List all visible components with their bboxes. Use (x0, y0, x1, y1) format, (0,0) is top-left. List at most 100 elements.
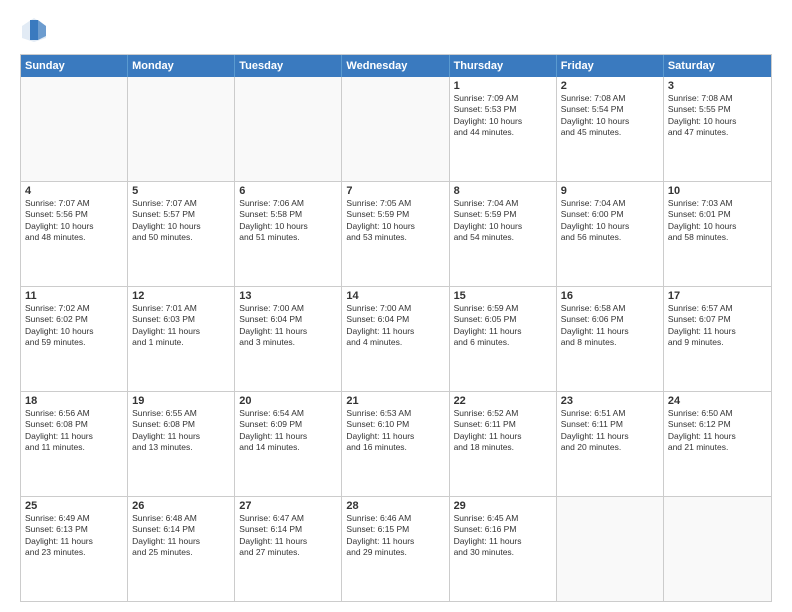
calendar-cell: 8Sunrise: 7:04 AMSunset: 5:59 PMDaylight… (450, 182, 557, 286)
calendar-cell: 9Sunrise: 7:04 AMSunset: 6:00 PMDaylight… (557, 182, 664, 286)
calendar-cell: 14Sunrise: 7:00 AMSunset: 6:04 PMDayligh… (342, 287, 449, 391)
calendar-cell: 7Sunrise: 7:05 AMSunset: 5:59 PMDaylight… (342, 182, 449, 286)
day-number: 11 (25, 290, 123, 302)
day-info: Sunrise: 7:09 AMSunset: 5:53 PMDaylight:… (454, 93, 552, 139)
day-number: 1 (454, 80, 552, 92)
calendar-cell: 18Sunrise: 6:56 AMSunset: 6:08 PMDayligh… (21, 392, 128, 496)
logo-icon (20, 16, 48, 44)
calendar-cell: 6Sunrise: 7:06 AMSunset: 5:58 PMDaylight… (235, 182, 342, 286)
day-info: Sunrise: 7:00 AMSunset: 6:04 PMDaylight:… (239, 303, 337, 349)
calendar-cell: 10Sunrise: 7:03 AMSunset: 6:01 PMDayligh… (664, 182, 771, 286)
day-info: Sunrise: 6:56 AMSunset: 6:08 PMDaylight:… (25, 408, 123, 454)
day-info: Sunrise: 6:57 AMSunset: 6:07 PMDaylight:… (668, 303, 767, 349)
calendar-header-cell: Saturday (664, 55, 771, 77)
day-number: 17 (668, 290, 767, 302)
day-info: Sunrise: 6:50 AMSunset: 6:12 PMDaylight:… (668, 408, 767, 454)
calendar-header-cell: Monday (128, 55, 235, 77)
day-number: 27 (239, 500, 337, 512)
calendar-cell: 4Sunrise: 7:07 AMSunset: 5:56 PMDaylight… (21, 182, 128, 286)
calendar-header-cell: Friday (557, 55, 664, 77)
day-number: 9 (561, 185, 659, 197)
calendar-cell (128, 77, 235, 181)
calendar-header-cell: Wednesday (342, 55, 449, 77)
calendar-week-row: 11Sunrise: 7:02 AMSunset: 6:02 PMDayligh… (21, 287, 771, 392)
day-number: 21 (346, 395, 444, 407)
day-info: Sunrise: 6:54 AMSunset: 6:09 PMDaylight:… (239, 408, 337, 454)
day-number: 18 (25, 395, 123, 407)
calendar-cell: 23Sunrise: 6:51 AMSunset: 6:11 PMDayligh… (557, 392, 664, 496)
day-info: Sunrise: 6:52 AMSunset: 6:11 PMDaylight:… (454, 408, 552, 454)
day-info: Sunrise: 6:53 AMSunset: 6:10 PMDaylight:… (346, 408, 444, 454)
day-info: Sunrise: 7:08 AMSunset: 5:55 PMDaylight:… (668, 93, 767, 139)
calendar: SundayMondayTuesdayWednesdayThursdayFrid… (20, 54, 772, 602)
day-number: 8 (454, 185, 552, 197)
calendar-week-row: 1Sunrise: 7:09 AMSunset: 5:53 PMDaylight… (21, 77, 771, 182)
day-number: 19 (132, 395, 230, 407)
calendar-header-cell: Tuesday (235, 55, 342, 77)
calendar-cell: 5Sunrise: 7:07 AMSunset: 5:57 PMDaylight… (128, 182, 235, 286)
day-number: 25 (25, 500, 123, 512)
day-number: 3 (668, 80, 767, 92)
page: SundayMondayTuesdayWednesdayThursdayFrid… (0, 0, 792, 612)
day-info: Sunrise: 6:45 AMSunset: 6:16 PMDaylight:… (454, 513, 552, 559)
calendar-cell: 22Sunrise: 6:52 AMSunset: 6:11 PMDayligh… (450, 392, 557, 496)
day-info: Sunrise: 7:06 AMSunset: 5:58 PMDaylight:… (239, 198, 337, 244)
calendar-header-cell: Thursday (450, 55, 557, 77)
calendar-cell: 21Sunrise: 6:53 AMSunset: 6:10 PMDayligh… (342, 392, 449, 496)
calendar-week-row: 25Sunrise: 6:49 AMSunset: 6:13 PMDayligh… (21, 497, 771, 601)
day-info: Sunrise: 7:04 AMSunset: 6:00 PMDaylight:… (561, 198, 659, 244)
calendar-cell: 1Sunrise: 7:09 AMSunset: 5:53 PMDaylight… (450, 77, 557, 181)
day-info: Sunrise: 7:03 AMSunset: 6:01 PMDaylight:… (668, 198, 767, 244)
day-info: Sunrise: 6:51 AMSunset: 6:11 PMDaylight:… (561, 408, 659, 454)
day-number: 7 (346, 185, 444, 197)
calendar-cell (235, 77, 342, 181)
day-number: 26 (132, 500, 230, 512)
calendar-cell (664, 497, 771, 601)
day-info: Sunrise: 6:55 AMSunset: 6:08 PMDaylight:… (132, 408, 230, 454)
calendar-cell (342, 77, 449, 181)
day-info: Sunrise: 7:05 AMSunset: 5:59 PMDaylight:… (346, 198, 444, 244)
calendar-cell (557, 497, 664, 601)
day-number: 10 (668, 185, 767, 197)
day-info: Sunrise: 7:00 AMSunset: 6:04 PMDaylight:… (346, 303, 444, 349)
day-info: Sunrise: 6:58 AMSunset: 6:06 PMDaylight:… (561, 303, 659, 349)
calendar-cell: 3Sunrise: 7:08 AMSunset: 5:55 PMDaylight… (664, 77, 771, 181)
day-info: Sunrise: 7:07 AMSunset: 5:57 PMDaylight:… (132, 198, 230, 244)
day-number: 14 (346, 290, 444, 302)
calendar-cell: 20Sunrise: 6:54 AMSunset: 6:09 PMDayligh… (235, 392, 342, 496)
day-number: 23 (561, 395, 659, 407)
day-number: 28 (346, 500, 444, 512)
day-info: Sunrise: 6:49 AMSunset: 6:13 PMDaylight:… (25, 513, 123, 559)
calendar-cell: 11Sunrise: 7:02 AMSunset: 6:02 PMDayligh… (21, 287, 128, 391)
calendar-cell: 24Sunrise: 6:50 AMSunset: 6:12 PMDayligh… (664, 392, 771, 496)
day-info: Sunrise: 6:48 AMSunset: 6:14 PMDaylight:… (132, 513, 230, 559)
calendar-cell: 26Sunrise: 6:48 AMSunset: 6:14 PMDayligh… (128, 497, 235, 601)
logo (20, 16, 52, 44)
calendar-cell: 28Sunrise: 6:46 AMSunset: 6:15 PMDayligh… (342, 497, 449, 601)
day-info: Sunrise: 7:01 AMSunset: 6:03 PMDaylight:… (132, 303, 230, 349)
calendar-cell (21, 77, 128, 181)
calendar-week-row: 18Sunrise: 6:56 AMSunset: 6:08 PMDayligh… (21, 392, 771, 497)
calendar-header: SundayMondayTuesdayWednesdayThursdayFrid… (21, 55, 771, 77)
header (20, 16, 772, 44)
day-info: Sunrise: 6:59 AMSunset: 6:05 PMDaylight:… (454, 303, 552, 349)
day-info: Sunrise: 6:47 AMSunset: 6:14 PMDaylight:… (239, 513, 337, 559)
calendar-cell: 2Sunrise: 7:08 AMSunset: 5:54 PMDaylight… (557, 77, 664, 181)
calendar-cell: 13Sunrise: 7:00 AMSunset: 6:04 PMDayligh… (235, 287, 342, 391)
day-number: 13 (239, 290, 337, 302)
calendar-cell: 12Sunrise: 7:01 AMSunset: 6:03 PMDayligh… (128, 287, 235, 391)
day-number: 16 (561, 290, 659, 302)
calendar-cell: 17Sunrise: 6:57 AMSunset: 6:07 PMDayligh… (664, 287, 771, 391)
day-number: 22 (454, 395, 552, 407)
day-number: 6 (239, 185, 337, 197)
day-number: 5 (132, 185, 230, 197)
day-info: Sunrise: 7:04 AMSunset: 5:59 PMDaylight:… (454, 198, 552, 244)
calendar-week-row: 4Sunrise: 7:07 AMSunset: 5:56 PMDaylight… (21, 182, 771, 287)
day-info: Sunrise: 7:02 AMSunset: 6:02 PMDaylight:… (25, 303, 123, 349)
calendar-cell: 27Sunrise: 6:47 AMSunset: 6:14 PMDayligh… (235, 497, 342, 601)
day-number: 2 (561, 80, 659, 92)
calendar-cell: 15Sunrise: 6:59 AMSunset: 6:05 PMDayligh… (450, 287, 557, 391)
day-number: 12 (132, 290, 230, 302)
day-number: 24 (668, 395, 767, 407)
calendar-cell: 29Sunrise: 6:45 AMSunset: 6:16 PMDayligh… (450, 497, 557, 601)
